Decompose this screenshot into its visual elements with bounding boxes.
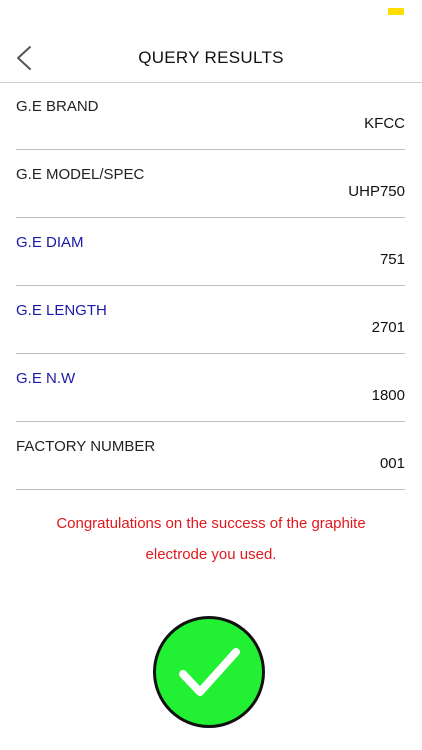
results-list: G.E BRAND KFCC G.E MODEL/SPEC UHP750 G.E… — [16, 83, 405, 491]
row-brand: G.E BRAND KFCC — [16, 83, 405, 150]
checkmark-icon — [179, 648, 240, 696]
row-value: 751 — [379, 251, 405, 268]
row-label: G.E LENGTH — [16, 302, 107, 319]
row-label: G.E N.W — [16, 370, 76, 387]
page-title: QUERY RESULTS — [138, 48, 284, 67]
success-message: Congratulations on the success of the gr… — [20, 508, 402, 570]
row-label: G.E DIAM — [16, 234, 84, 251]
check-circle-icon — [153, 616, 265, 728]
row-label: G.E MODEL/SPEC — [16, 166, 145, 183]
row-model-spec: G.E MODEL/SPEC UHP750 — [16, 151, 405, 218]
status-bar — [0, 0, 422, 28]
row-label: G.E BRAND — [16, 98, 99, 115]
row-label: FACTORY NUMBER — [16, 438, 156, 455]
success-message-line: Congratulations on the success of the gr… — [56, 515, 366, 532]
row-length: G.E LENGTH 2701 — [16, 287, 405, 354]
row-value: KFCC — [364, 115, 405, 132]
success-message-line: electrode you used. — [145, 546, 277, 563]
row-value: 1800 — [371, 387, 405, 404]
row-value: 2701 — [371, 319, 405, 336]
query-results-screen: QUERY RESULTS G.E BRAND KFCC G.E MODEL/S… — [0, 0, 422, 750]
row-net-weight: G.E N.W 1800 — [16, 355, 405, 422]
row-value: UHP750 — [348, 183, 405, 200]
row-value: 001 — [379, 455, 405, 472]
battery-icon — [388, 8, 404, 15]
row-factory-number: FACTORY NUMBER 001 — [16, 423, 405, 490]
navigation-bar: QUERY RESULTS — [0, 28, 422, 83]
row-diam: G.E DIAM 751 — [16, 219, 405, 286]
